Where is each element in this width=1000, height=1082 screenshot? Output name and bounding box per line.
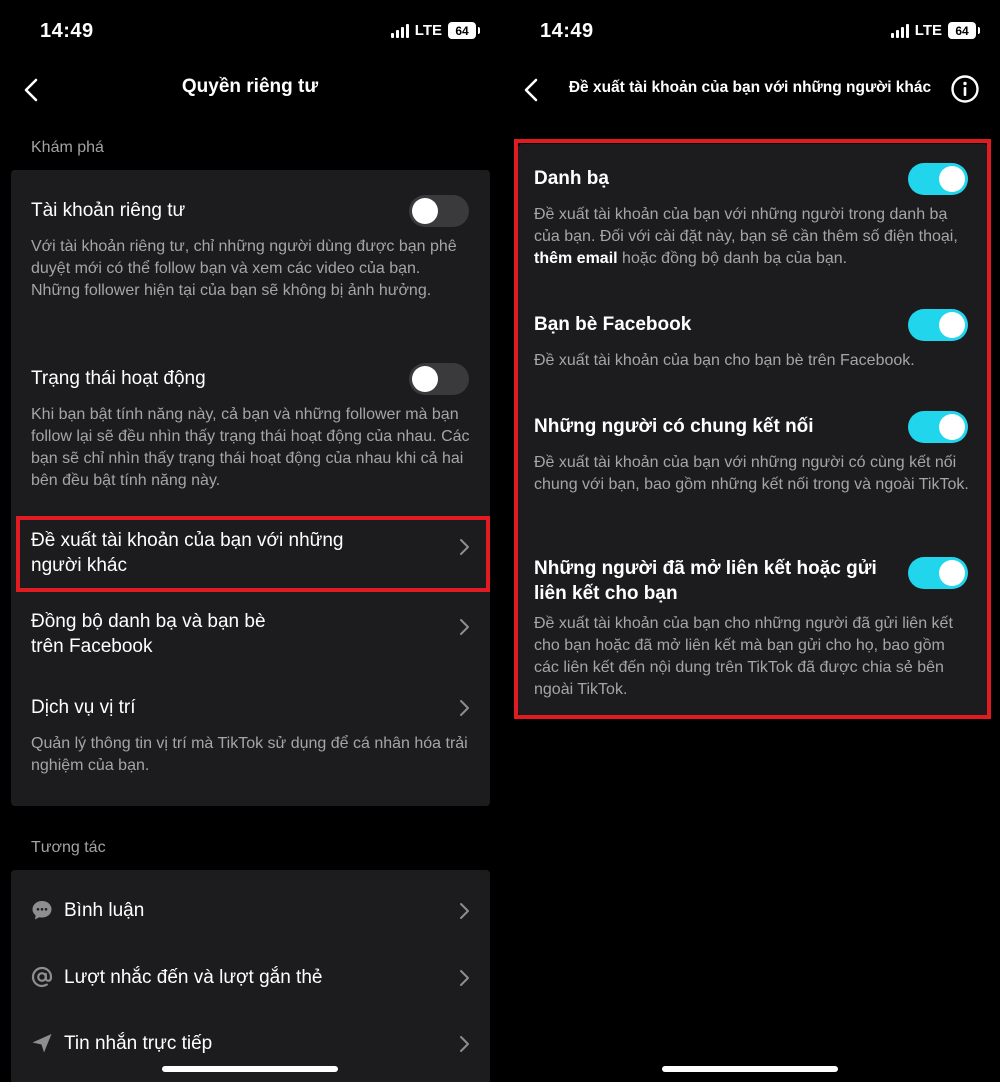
comments-label[interactable]: Bình luận xyxy=(64,898,144,923)
chevron-right-icon xyxy=(460,619,469,635)
nav-bar: Đề xuất tài khoản của bạn với những ngườ… xyxy=(500,64,1000,116)
battery-icon: 64 xyxy=(948,22,980,39)
activity-status-title: Trạng thái hoạt động xyxy=(31,368,206,389)
highlight-box xyxy=(514,139,991,719)
sync-contacts-title-line1[interactable]: Đồng bộ danh bạ và bạn bè xyxy=(31,609,266,634)
interaction-card: Bình luận Lượt nhắc đến và lượt gắn thẻ … xyxy=(11,870,490,1082)
chevron-right-icon xyxy=(460,970,469,986)
activity-status-description: Khi bạn bật tính năng này, cả bạn và nhữ… xyxy=(31,406,470,489)
signal-icon xyxy=(890,23,909,38)
network-type: LTE xyxy=(414,22,442,39)
page-title: Quyền riêng tư xyxy=(181,76,319,97)
nav-bar: Quyền riêng tư xyxy=(0,64,500,116)
chevron-right-icon xyxy=(460,903,469,919)
send-icon xyxy=(32,1034,52,1053)
page-title: Đề xuất tài khoản của bạn với những ngườ… xyxy=(568,79,932,96)
toggle-knob xyxy=(412,198,438,224)
status-time: 14:49 xyxy=(40,20,94,42)
privacy-screen: 14:49 LTE 64 Quyền riêng tư Khám phá Tài… xyxy=(0,0,500,1082)
sync-contacts-title-line2[interactable]: trên Facebook xyxy=(31,634,152,659)
status-bar: 14:49 LTE 64 xyxy=(0,0,500,64)
location-services-description: Quản lý thông tin vị trí mà TikTok sử dụ… xyxy=(31,735,468,774)
toggle-knob xyxy=(412,366,438,392)
status-indicators: LTE 64 xyxy=(890,22,980,39)
location-services-title[interactable]: Dịch vụ vị trí xyxy=(31,695,136,720)
chevron-right-icon xyxy=(460,1036,469,1052)
highlight-box xyxy=(16,516,490,592)
chevron-right-icon xyxy=(460,700,469,716)
home-indicator[interactable] xyxy=(662,1066,838,1072)
private-account-title: Tài khoản riêng tư xyxy=(31,200,186,221)
section-label-interaction: Tương tác xyxy=(31,839,106,856)
back-chevron-icon[interactable] xyxy=(520,76,544,104)
discover-card: Tài khoản riêng tư Với tài khoản riêng t… xyxy=(11,170,490,806)
battery-icon: 64 xyxy=(448,22,480,39)
private-account-toggle[interactable] xyxy=(409,195,469,227)
at-sign-icon xyxy=(31,966,53,988)
comment-icon xyxy=(32,901,52,920)
private-account-description: Với tài khoản riêng tư, chỉ những người … xyxy=(31,238,457,299)
status-bar: 14:49 LTE 64 xyxy=(500,0,1000,64)
mentions-label[interactable]: Lượt nhắc đến và lượt gắn thẻ xyxy=(64,965,322,990)
signal-icon xyxy=(390,23,409,38)
home-indicator[interactable] xyxy=(162,1066,338,1072)
direct-messages-label[interactable]: Tin nhắn trực tiếp xyxy=(64,1031,212,1056)
activity-status-toggle[interactable] xyxy=(409,363,469,395)
status-indicators: LTE 64 xyxy=(390,22,480,39)
section-label-discover: Khám phá xyxy=(31,139,104,156)
info-icon[interactable] xyxy=(950,74,980,104)
network-type: LTE xyxy=(914,22,942,39)
status-time: 14:49 xyxy=(540,20,594,42)
suggest-account-screen: 14:49 LTE 64 Đề xuất tài khoản của bạn v… xyxy=(500,0,1000,1082)
